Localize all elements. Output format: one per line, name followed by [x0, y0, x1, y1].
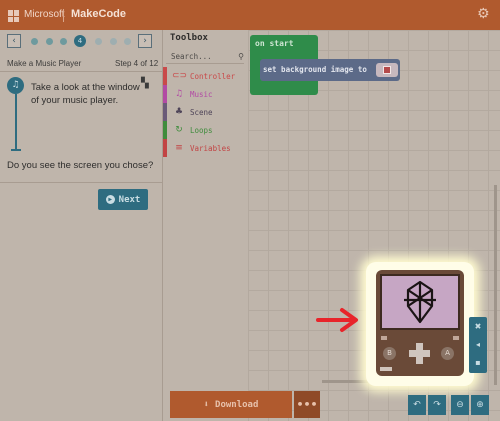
toolbox-item-loops[interactable]: ↻ Loops [163, 121, 248, 139]
step-counter: Step 4 of 12 [115, 59, 159, 68]
step-dot[interactable] [31, 38, 38, 45]
zoom-out-icon[interactable]: ⊖ [451, 395, 469, 415]
toolbox-item-label: Scene [190, 107, 213, 117]
arrow-right-icon: ▶ [105, 195, 115, 204]
tutorial-title: Make a Music Player [7, 59, 82, 68]
headphones-icon: ♫ [174, 89, 184, 99]
step-dot-current[interactable]: 4 [74, 35, 86, 47]
on-start-label: on start [255, 39, 294, 48]
tutorial-instruction: Take a look at the window of your music … [31, 82, 140, 106]
product-name[interactable]: MakeCode [71, 8, 126, 20]
simulator-toolbar: ✖ ◂ ▪ [469, 317, 487, 373]
toolbox-item-controller[interactable]: ⊂⊃ Controller [163, 67, 248, 85]
step-dot[interactable] [110, 38, 117, 45]
on-start-block[interactable]: on start set background image to [250, 35, 400, 95]
stop-icon[interactable]: ✖ [469, 318, 487, 335]
tree-icon: ♣ [174, 107, 184, 117]
more-options-button[interactable]: ••• [294, 391, 320, 418]
tutorial-panel: ‹ 4 › Make a Music Player Step 4 of 12 ♫… [0, 30, 163, 421]
toolbox-item-label: Controller [190, 71, 236, 81]
gear-icon[interactable]: ⚙ [477, 6, 490, 22]
timeline-end [11, 149, 21, 151]
timeline-line [15, 94, 17, 151]
redo-icon[interactable]: ↷ [428, 395, 446, 415]
toolbox-item-label: Variables [190, 143, 231, 153]
chevron-right-icon[interactable]: › [138, 34, 152, 48]
menu-button[interactable] [381, 336, 387, 340]
category-stripe [163, 103, 167, 121]
gamepad-icon: ⊂⊃ [172, 71, 188, 81]
hint-icon[interactable]: ▚ [141, 78, 154, 91]
category-stripe [163, 67, 167, 85]
list-icon: ≡ [175, 143, 183, 153]
simulator-screen[interactable] [380, 274, 460, 330]
step-dot[interactable] [95, 38, 102, 45]
step-dot[interactable] [46, 38, 53, 45]
category-stripe [163, 85, 167, 103]
background-image-picker[interactable] [376, 63, 398, 77]
search-icon[interactable]: ⚲ [238, 50, 244, 63]
device-logo-icon [380, 367, 392, 371]
divider [0, 71, 163, 72]
loop-icon: ↻ [175, 125, 183, 135]
toolbox-item-label: Loops [190, 125, 213, 135]
toolbox-item-label: Music [190, 89, 213, 99]
music-player-logo-icon [404, 280, 436, 324]
arrow-right-icon [316, 308, 358, 332]
set-background-block[interactable]: set background image to [260, 59, 400, 81]
download-button[interactable]: ⬇ Download [170, 391, 292, 418]
a-button[interactable]: A [441, 347, 454, 360]
category-stripe [163, 121, 167, 139]
reset-button[interactable] [453, 336, 459, 340]
toolbox: Toolbox Search... ⚲ ⊂⊃ Controller ♫ Musi… [163, 30, 248, 421]
image-thumbnail-icon [383, 66, 391, 74]
toolbox-item-scene[interactable]: ♣ Scene [163, 103, 248, 121]
vertical-scrollbar[interactable] [494, 185, 497, 385]
volume-icon[interactable]: ◂ [469, 336, 487, 353]
microsoft-logo-icon [8, 10, 20, 22]
header-divider [63, 9, 64, 22]
dpad-vertical[interactable] [416, 343, 423, 364]
download-label: Download [215, 399, 259, 410]
top-bar: Microsoft MakeCode ⚙ [0, 0, 500, 30]
category-stripe [163, 139, 167, 157]
toolbox-item-music[interactable]: ♫ Music [163, 85, 248, 103]
search-placeholder: Search... [171, 52, 212, 61]
toolbox-item-variables[interactable]: ≡ Variables [163, 139, 248, 157]
next-button[interactable]: ▶ Next [98, 189, 148, 210]
zoom-in-icon[interactable]: ⊕ [471, 395, 489, 415]
step-dot[interactable] [124, 38, 131, 45]
divider [0, 182, 163, 183]
b-button[interactable]: B [383, 347, 396, 360]
download-icon: ⬇ [203, 399, 210, 410]
set-background-label: set background image to [263, 65, 367, 74]
chevron-left-icon[interactable]: ‹ [7, 34, 21, 48]
step-navigation: ‹ 4 › [0, 30, 163, 52]
undo-icon[interactable]: ↶ [408, 395, 426, 415]
next-label: Next [118, 194, 141, 205]
fullscreen-icon[interactable]: ▪ [469, 354, 487, 371]
toolbox-search-input[interactable]: Search... ⚲ [166, 50, 244, 64]
step-dot[interactable] [60, 38, 67, 45]
toolbox-title: Toolbox [170, 33, 208, 43]
brand-name: Microsoft [24, 9, 65, 20]
tutorial-avatar-icon: ♫ [7, 77, 24, 94]
tutorial-question: Do you see the screen you chose? [7, 160, 154, 171]
